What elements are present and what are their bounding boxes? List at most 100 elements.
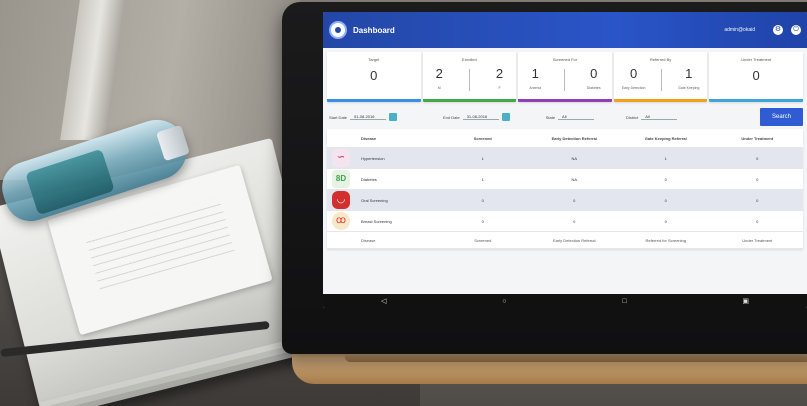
table-cell: 1 [481,176,484,182]
start-date-field: Start Date 01-08-2016 [329,113,398,121]
table-cell: 1 [481,155,484,161]
app-logo-icon[interactable] [329,21,347,39]
stethoscope-icon: ∽ [332,149,350,167]
table-cell: 0 [481,218,484,224]
disease-table: Disease Screened Early Detection Referra… [327,129,803,249]
table-cell: 0 [573,218,576,224]
stat-value: 0 [752,68,760,83]
table-footer-row: Disease Screened Early Detection Referra… [327,232,803,249]
calendar-icon[interactable] [501,113,510,121]
stat-strip [709,99,803,102]
end-date-field: End Date 31-08-2016 [443,113,510,121]
calendar-icon[interactable] [389,113,398,121]
stat-card-enrolled: Enrolled 2 M 2 F [422,52,517,102]
stat-label-gate-keeping: Gate Keeping [678,86,700,90]
disease-name: Diabetes [361,176,377,182]
stat-divider [468,69,470,91]
settings-icon[interactable]: ⚙ [773,25,783,35]
stat-card-screened: Screened For 1 Anemia 0 Diabetes [518,52,612,102]
stat-title: Screened For [552,57,578,62]
stat-value-gate-keeping: 1 [685,66,693,81]
footer-cell: Screened [474,237,492,243]
start-date-input[interactable]: 01-08-2016 [350,114,387,120]
start-date-label: Start Date [329,114,348,120]
stat-label-female: F [498,86,501,90]
table-row[interactable]: ∽ Hypertension 1 NA 1 0 [327,148,803,169]
stat-divider [661,69,663,91]
ribbon-icon: ꝏ [332,212,350,230]
table-row[interactable]: ꝏ Breast Screening 0 0 0 0 [327,211,803,232]
home-icon[interactable]: ○ [502,298,506,305]
footer-cell: Disease [361,237,376,243]
stat-title: Under Treatment [741,57,772,62]
table-cell: 0 [756,197,759,203]
app-title: Dashboard [353,25,395,35]
stat-strip [518,99,612,102]
disease-name: Hypertension [361,155,385,161]
stat-label-diabetes: Diabetes [586,86,601,90]
stat-value-male: 2 [435,66,443,81]
stat-value-anemia: 1 [531,66,539,81]
stat-strip [613,99,708,102]
stat-value-early-detection: 0 [629,66,638,81]
tablet-screen: Dashboard admin@okaid ⚙ ⏻ Target 0 Enrol… [323,12,807,308]
table-cell: 0 [756,176,759,182]
state-field: State All [545,114,595,120]
stat-value: 0 [370,68,378,83]
table-cell: NA [571,155,578,161]
stat-label-early-detection: Early Detection [621,86,646,90]
end-date-input[interactable]: 31-08-2016 [462,114,499,120]
glucose-icon: 8D [332,170,350,188]
district-field: District All [626,114,678,120]
end-date-label: End Date [443,114,460,120]
footer-cell: Under Treatment [742,237,773,243]
table-cell: 0 [481,197,484,203]
stat-title: Enrolled [462,57,477,62]
table-cell: NA [571,176,578,182]
district-select[interactable]: All [641,114,678,120]
stat-card-referred: Referred By 0 Early Detection 1 Gate Keepi… [613,52,708,102]
stat-card-target: Target 0 [327,52,421,102]
stat-value-diabetes: 0 [590,66,598,81]
table-cell: 1 [664,155,667,161]
table-cell: 0 [756,155,759,161]
disease-name: Breast Screening [361,218,392,224]
stat-card-under-treatment: Under Treatment 0 [709,52,803,102]
search-button[interactable]: Search [759,108,803,126]
user-name: admin@okaid [724,27,755,33]
table-cell: 0 [664,197,667,203]
table-header-row: Disease Screened Early Detection Referra… [327,129,803,148]
state-label: State [545,114,556,120]
app-bar: Dashboard admin@okaid ⚙ ⏻ [323,12,807,48]
column-header: Early Detection Referral [551,135,597,141]
table-cell: 0 [756,218,759,224]
state-select[interactable]: All [558,114,595,120]
stat-title: Target [368,57,380,62]
stat-strip [422,99,517,102]
table-cell: 0 [573,197,576,203]
table-cell: 0 [664,218,667,224]
footer-cell: Referred for Screening [645,237,686,243]
district-label: District [626,114,639,120]
column-header: Gate Keeping Referral [644,135,687,141]
stat-label-male: M [437,86,441,90]
mouth-icon: ◡ [332,191,350,209]
table-row[interactable]: ◡ Oral Screening 0 0 0 0 [327,190,803,211]
table-row[interactable]: 8D Diabetes 1 NA 0 0 [327,169,803,190]
android-nav-bar: ◁ ○ □ ▣ [323,294,807,308]
filter-bar: Start Date 01-08-2016 End Date 31-08-201… [323,102,807,129]
column-header: Screened [473,135,492,141]
stat-title: Referred By [649,57,672,62]
recents-icon[interactable]: □ [622,298,626,305]
menu-icon[interactable]: ▣ [742,297,749,305]
table-cell: 0 [664,176,667,182]
disease-name: Oral Screening [361,197,388,203]
back-icon[interactable]: ◁ [381,297,386,305]
column-header: Disease [361,135,377,141]
stat-label-anemia: Anemia [529,86,542,90]
stat-divider [563,69,565,91]
column-header: Under Treatment [741,135,774,141]
logout-icon[interactable]: ⏻ [791,25,801,35]
stats-row: Target 0 Enrolled 2 M 2 F Screened For 1 An… [323,48,807,102]
stat-value-female: 2 [495,66,504,81]
